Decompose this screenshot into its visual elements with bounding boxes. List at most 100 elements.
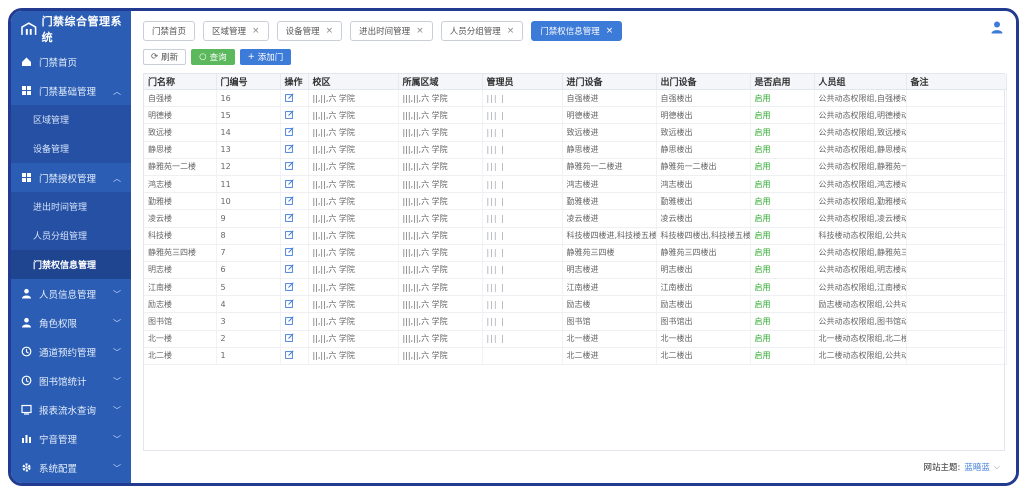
sidebar-item-2[interactable]: 门禁授权管理 ︿ — [11, 163, 131, 192]
edit-icon[interactable] — [284, 230, 294, 239]
sidebar-item-0[interactable]: 门禁首页 — [11, 47, 131, 76]
close-icon[interactable]: × — [416, 26, 424, 36]
close-icon[interactable]: × — [326, 26, 334, 36]
app-logo[interactable]: 门禁综合管理系统 — [11, 11, 131, 47]
column-header[interactable]: 操作 — [280, 74, 309, 90]
table-row[interactable]: 静思楼 13 ||,||,六 学院 |||,||,六 学院 ||| | 静思楼进 静思楼出启… — [144, 141, 1007, 159]
column-header[interactable]: 所属区域 — [398, 74, 483, 90]
table-row[interactable]: 凌云楼 9 ||,||,六 学院 |||,||,六 学院 ||| | 凌云楼进 凌云楼出 启用… — [144, 209, 1007, 228]
edit-cell[interactable] — [280, 261, 309, 280]
sidebar-subitem-1-0[interactable]: 区域管理 — [11, 105, 131, 134]
edit-cell[interactable] — [280, 192, 309, 211]
sidebar-item-5[interactable]: 通道预约管理 ﹀ — [11, 337, 131, 366]
sidebar-item-8[interactable]: 宁音管理 ﹀ — [11, 424, 131, 453]
edit-icon[interactable] — [284, 92, 294, 102]
table-row[interactable]: 励志楼 4 ||,||,六 学院 |||,||,六 学院 ||| | 励志楼 励志楼出 启用励… — [144, 295, 1007, 314]
edit-cell[interactable] — [280, 278, 309, 297]
sidebar-item-9[interactable]: 系统配置 ﹀ — [11, 453, 131, 482]
table-row[interactable]: 江南楼 5 ||,||,六 学院 |||,||,六 学院 ||| | 江南楼进 江南楼出 启用… — [144, 278, 1007, 297]
edit-cell[interactable] — [280, 89, 309, 108]
edit-cell[interactable] — [280, 347, 309, 366]
sidebar-item-4[interactable]: 角色权限 ﹀ — [11, 308, 131, 337]
chevron-down-icon[interactable]: ﹀ — [113, 289, 121, 300]
user-icon[interactable] — [990, 20, 1004, 34]
table-row[interactable]: 图书馆 3 ||,||,六 学院 |||,||,六 学院 ||| | 图书馆 图书馆出 启用公… — [144, 312, 1007, 331]
refresh-button[interactable]: ⟳ 刷新 — [143, 49, 187, 65]
close-icon[interactable]: × — [507, 26, 515, 36]
tab-5[interactable]: 门禁权信息管理 × — [531, 21, 623, 41]
edit-cell[interactable] — [280, 175, 309, 194]
column-header[interactable]: 备注 — [906, 74, 1007, 90]
tab-4[interactable]: 人员分组管理 × — [440, 21, 524, 41]
edit-cell[interactable] — [280, 209, 309, 228]
sidebar-subitem-2-2[interactable]: 门禁权信息管理 — [11, 250, 131, 279]
edit-cell[interactable] — [280, 295, 309, 314]
tab-1[interactable]: 区域管理 × — [203, 21, 269, 41]
edit-icon[interactable] — [284, 213, 294, 222]
column-header[interactable]: 人员组 — [814, 74, 907, 90]
edit-icon[interactable] — [284, 178, 294, 188]
table-row[interactable]: 科技楼 8 ||,||,六 学院 |||,||,六 学院 ||| | 科技楼四楼进,科技楼… — [144, 227, 1007, 245]
chevron-down-icon[interactable]: ﹀ — [113, 347, 121, 358]
column-header[interactable]: 管理员 — [482, 74, 563, 90]
table-row[interactable]: 自强楼 16 ||,||,六 学院 |||,||,六 学院 ||| | 自强楼进 自强楼出启… — [144, 89, 1007, 108]
sidebar-subitem-2-0[interactable]: 进出时间管理 — [11, 192, 131, 221]
tab-0[interactable]: 门禁首页 — [143, 21, 196, 41]
table-row[interactable]: 北一楼 2 ||,||,六 学院 |||,||,六 学院 ||| | 北一楼进 北一楼出 启用… — [144, 330, 1007, 348]
edit-icon[interactable] — [284, 196, 294, 205]
column-header[interactable]: 门编号 — [216, 74, 281, 90]
column-header[interactable]: 进门设备 — [562, 74, 657, 90]
edit-cell[interactable] — [280, 158, 309, 176]
edit-icon[interactable] — [284, 110, 294, 119]
edit-cell[interactable] — [280, 312, 309, 331]
sidebar-subitem-2-1[interactable]: 人员分组管理 — [11, 221, 131, 250]
chevron-down-icon[interactable]: ﹀ — [113, 463, 121, 474]
edit-cell[interactable] — [280, 106, 309, 125]
tab-3[interactable]: 进出时间管理 × — [350, 21, 433, 41]
edit-icon[interactable] — [284, 350, 294, 360]
table-row[interactable]: 明德楼 15 ||,||,六 学院 |||,||,六 学院 ||| | 明德楼进 明德楼出启… — [144, 106, 1007, 125]
chevron-down-icon[interactable]: ﹀ — [113, 318, 121, 329]
chevron-down-icon[interactable]: ⌵ — [994, 462, 1000, 472]
edit-cell[interactable] — [280, 330, 309, 348]
edit-cell[interactable] — [280, 141, 309, 159]
table-row[interactable]: 勤雅楼 10 ||,||,六 学院 |||,||,六 学院 ||| | 勤雅楼进 勤雅楼出启… — [144, 192, 1007, 211]
edit-icon[interactable] — [284, 144, 294, 154]
chevron-up-icon[interactable]: ︿ — [113, 173, 121, 184]
close-icon[interactable]: × — [606, 26, 614, 36]
edit-icon[interactable] — [284, 333, 294, 343]
chevron-down-icon[interactable]: ﹀ — [113, 405, 121, 416]
edit-icon[interactable] — [284, 161, 294, 171]
edit-cell[interactable] — [280, 123, 309, 142]
table-row[interactable]: 致远楼 14 ||,||,六 学院 |||,||,六 学院 ||| | 致远楼进 致远楼出启… — [144, 123, 1007, 142]
sidebar-item-7[interactable]: 报表流水查询 ﹀ — [11, 395, 131, 424]
edit-icon[interactable] — [284, 316, 294, 325]
column-header[interactable]: 门名称 — [144, 74, 217, 90]
table-row[interactable]: 北二楼 1 ||,||,六 学院 |||,||,六 学院 北二楼进 北二楼出 启用 北二楼动态… — [144, 347, 1007, 366]
close-icon[interactable]: × — [252, 26, 260, 36]
chevron-up-icon[interactable]: ︿ — [113, 86, 121, 97]
theme-value[interactable]: 蓝暗蓝 — [964, 461, 990, 473]
table-row[interactable]: 静雅苑三四楼 7 ||,||,六 学院 |||,||,六 学院 ||| | 静雅苑三四楼静… — [144, 244, 1007, 262]
tab-2[interactable]: 设备管理 × — [276, 21, 343, 41]
edit-cell[interactable] — [280, 227, 309, 245]
edit-icon[interactable] — [284, 127, 294, 136]
edit-cell[interactable] — [280, 244, 309, 262]
edit-icon[interactable] — [284, 247, 294, 257]
add-door-button[interactable]: + 添加门 — [239, 49, 292, 65]
query-button[interactable]: ○ 查询 — [191, 49, 235, 65]
chevron-down-icon[interactable]: ﹀ — [113, 376, 121, 387]
sidebar-item-3[interactable]: 人员信息管理 ﹀ — [11, 279, 131, 308]
sidebar-item-6[interactable]: 图书馆统计 ﹀ — [11, 366, 131, 395]
edit-icon[interactable] — [284, 282, 294, 291]
table-row[interactable]: 鸿志楼 11 ||,||,六 学院 |||,||,六 学院 ||| | 鸿志楼进 鸿志楼出启… — [144, 175, 1007, 194]
sidebar-item-1[interactable]: 门禁基础管理 ︿ — [11, 76, 131, 105]
column-header[interactable]: 是否启用 — [750, 74, 815, 90]
sidebar-subitem-1-1[interactable]: 设备管理 — [11, 134, 131, 163]
table-row[interactable]: 静雅苑一二楼 12 ||,||,六 学院 |||,||,六 学院 ||| | 静雅苑一二楼… — [144, 158, 1007, 176]
edit-icon[interactable] — [284, 264, 294, 274]
table-row[interactable]: 明志楼 6 ||,||,六 学院 |||,||,六 学院 ||| | 明志楼进 明志楼出 启用… — [144, 261, 1007, 280]
edit-icon[interactable] — [284, 299, 294, 308]
chevron-down-icon[interactable]: ﹀ — [113, 434, 121, 445]
column-header[interactable]: 出门设备 — [656, 74, 751, 90]
